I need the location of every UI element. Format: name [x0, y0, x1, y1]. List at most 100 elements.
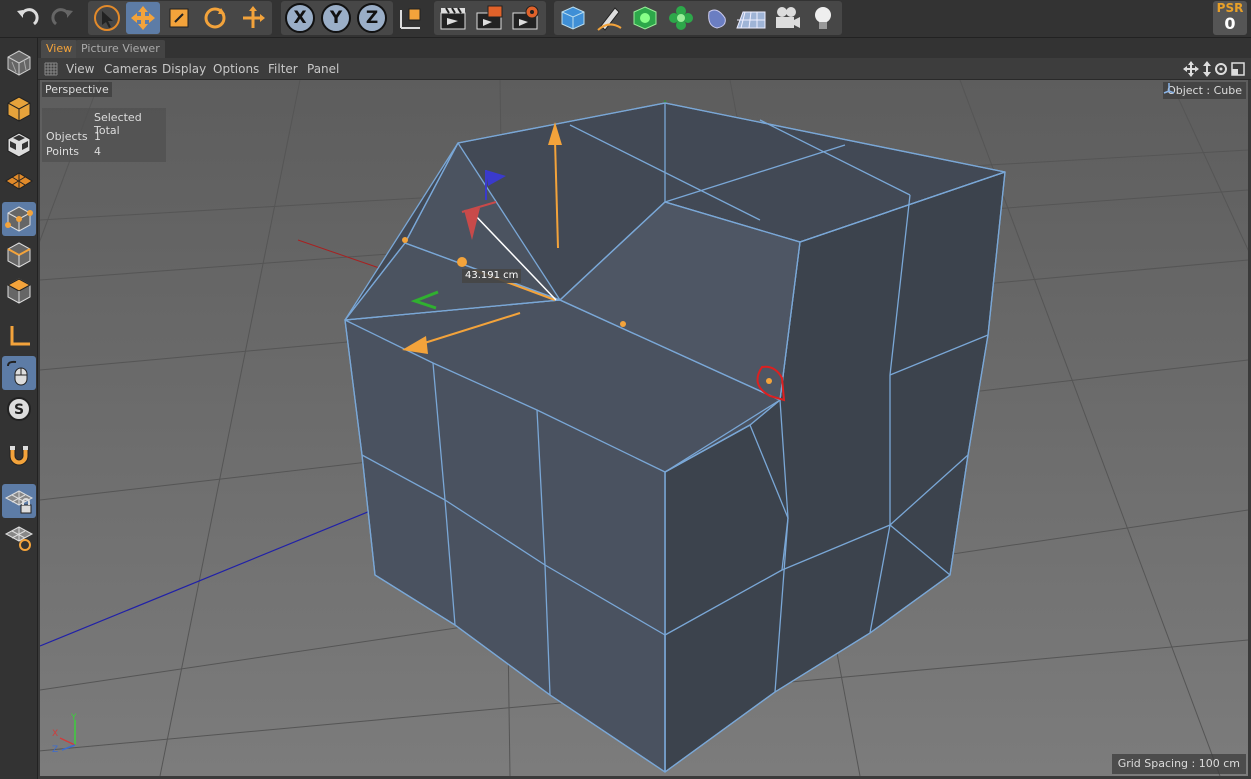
psr-value: 0: [1224, 14, 1236, 33]
redo-button[interactable]: [46, 2, 80, 34]
redo-icon: [51, 8, 73, 26]
tab-picture-viewer[interactable]: Picture Viewer: [76, 40, 165, 58]
panel-tabs: View Picture Viewer: [38, 38, 1251, 58]
main-toolbar: X Y Z PSR 0: [0, 0, 1251, 38]
lock-workplane-button[interactable]: [2, 484, 36, 518]
edges-mode-button[interactable]: [2, 238, 36, 272]
workplane-mode-button[interactable]: [2, 164, 36, 198]
scale-icon: [169, 8, 189, 28]
snap-button[interactable]: [2, 438, 36, 472]
undo-button[interactable]: [10, 2, 44, 34]
menu-view[interactable]: View: [66, 61, 94, 77]
lock-workplane-icon: [4, 490, 34, 514]
zoom-view-icon[interactable]: [1203, 61, 1211, 77]
rotate-button[interactable]: [198, 2, 232, 34]
perspective-viewport[interactable]: Y X Z Perspective Object : Cube Selected…: [40, 80, 1248, 776]
menu-cameras[interactable]: Cameras: [104, 61, 157, 77]
stats-points-label: Points: [46, 145, 80, 158]
solo-icon: S: [7, 397, 31, 421]
light-object-button[interactable]: [806, 2, 840, 34]
planar-workplane-icon: [4, 526, 34, 551]
menu-filter[interactable]: Filter: [268, 61, 298, 77]
measure-readout: 43.191 cm: [462, 269, 522, 283]
triad-x-label: X: [52, 729, 58, 739]
rotate-icon: [204, 7, 226, 29]
texture-mode-icon: [7, 132, 31, 158]
psr-indicator[interactable]: PSR 0: [1213, 1, 1247, 35]
menu-panel[interactable]: Panel: [307, 61, 339, 77]
viewport-menu-bar: View Cameras Display Options Filter Pane…: [38, 58, 1251, 80]
make-editable-icon: [7, 50, 31, 76]
object-label: Object : Cube: [1163, 82, 1246, 99]
scale-button[interactable]: [162, 2, 196, 34]
solo-mode-button[interactable]: S: [2, 392, 36, 426]
selection-cursor-icon: [94, 5, 120, 31]
selection-stats-panel: Selected Total Objects 1 Points 4: [42, 108, 166, 162]
view-navigation-icons: [1183, 61, 1245, 77]
maximize-view-icon[interactable]: [1231, 62, 1245, 76]
subdivision-icon: [633, 6, 657, 30]
stats-objects-value: 1: [94, 130, 101, 143]
live-selection-button[interactable]: [90, 2, 124, 34]
stats-points-value: 4: [94, 145, 101, 158]
camera-object-button[interactable]: [770, 2, 804, 34]
menu-options[interactable]: Options: [213, 61, 259, 77]
coordinate-system-button[interactable]: [393, 2, 427, 34]
render-to-picture-viewer-button[interactable]: [472, 2, 506, 34]
cloner-icon: [669, 6, 693, 30]
pen-icon: [597, 7, 622, 31]
scene-canvas[interactable]: Y X Z: [40, 80, 1248, 776]
x-axis-lock-button[interactable]: X: [283, 2, 317, 34]
mode-toolbar: S: [0, 38, 38, 779]
deformer-button[interactable]: [700, 2, 734, 34]
subdivision-surface-button[interactable]: [628, 2, 662, 34]
y-axis-label: Y: [321, 3, 351, 33]
y-axis-lock-button[interactable]: Y: [319, 2, 353, 34]
points-mode-icon: [5, 206, 33, 232]
cloner-button[interactable]: [664, 2, 698, 34]
object-name: Object : Cube: [1167, 84, 1242, 97]
menu-display[interactable]: Display: [162, 61, 206, 77]
camera-label[interactable]: Perspective: [42, 82, 112, 97]
model-mode-icon: [7, 96, 31, 122]
clapperboard-icon: [440, 7, 466, 30]
magnet-icon: [9, 446, 29, 466]
render-view-button[interactable]: [436, 2, 470, 34]
transform-icon: [243, 6, 265, 28]
move-arrows-icon: [131, 6, 155, 30]
object-axis-icon: [1163, 83, 1175, 94]
pen-spline-button[interactable]: [592, 2, 626, 34]
deformer-icon: [708, 9, 726, 29]
svg-text:S: S: [14, 402, 24, 418]
tweak-mode-button[interactable]: [2, 356, 36, 390]
tab-view[interactable]: View: [41, 40, 78, 58]
triad-z-label: Z: [52, 745, 58, 755]
rotate-view-icon[interactable]: [1215, 63, 1227, 75]
stats-header: Selected Total: [94, 111, 142, 137]
coordinate-system-icon: [400, 8, 421, 29]
triad-y-label: Y: [70, 713, 77, 723]
render-settings-button[interactable]: [508, 2, 542, 34]
z-axis-lock-button[interactable]: Z: [355, 2, 389, 34]
make-editable-button[interactable]: [2, 46, 36, 80]
move-button[interactable]: [126, 2, 160, 34]
planar-workplane-button[interactable]: [2, 520, 36, 554]
floor-grid-icon: [736, 11, 766, 29]
cinema4d-window: X Y Z PSR 0 S View Picture Viewer View C…: [0, 0, 1251, 779]
axis-mode-button[interactable]: [2, 320, 36, 354]
pan-view-icon[interactable]: [1183, 61, 1199, 77]
workplane-icon: [5, 172, 33, 190]
floor-object-button[interactable]: [734, 2, 768, 34]
transform-button[interactable]: [236, 2, 270, 34]
polygons-mode-button[interactable]: [2, 274, 36, 308]
undo-icon: [17, 8, 39, 26]
cube-object-button[interactable]: [556, 2, 590, 34]
render-picture-viewer-icon: [476, 5, 503, 30]
polygons-mode-icon: [6, 278, 32, 304]
points-mode-button[interactable]: [2, 202, 36, 236]
texture-mode-button[interactable]: [2, 128, 36, 162]
model-mode-button[interactable]: [2, 92, 36, 126]
grid-spacing-label: Grid Spacing : 100 cm: [1111, 754, 1246, 774]
grip-icon[interactable]: [44, 62, 58, 76]
axis-mode-icon: [10, 326, 30, 346]
